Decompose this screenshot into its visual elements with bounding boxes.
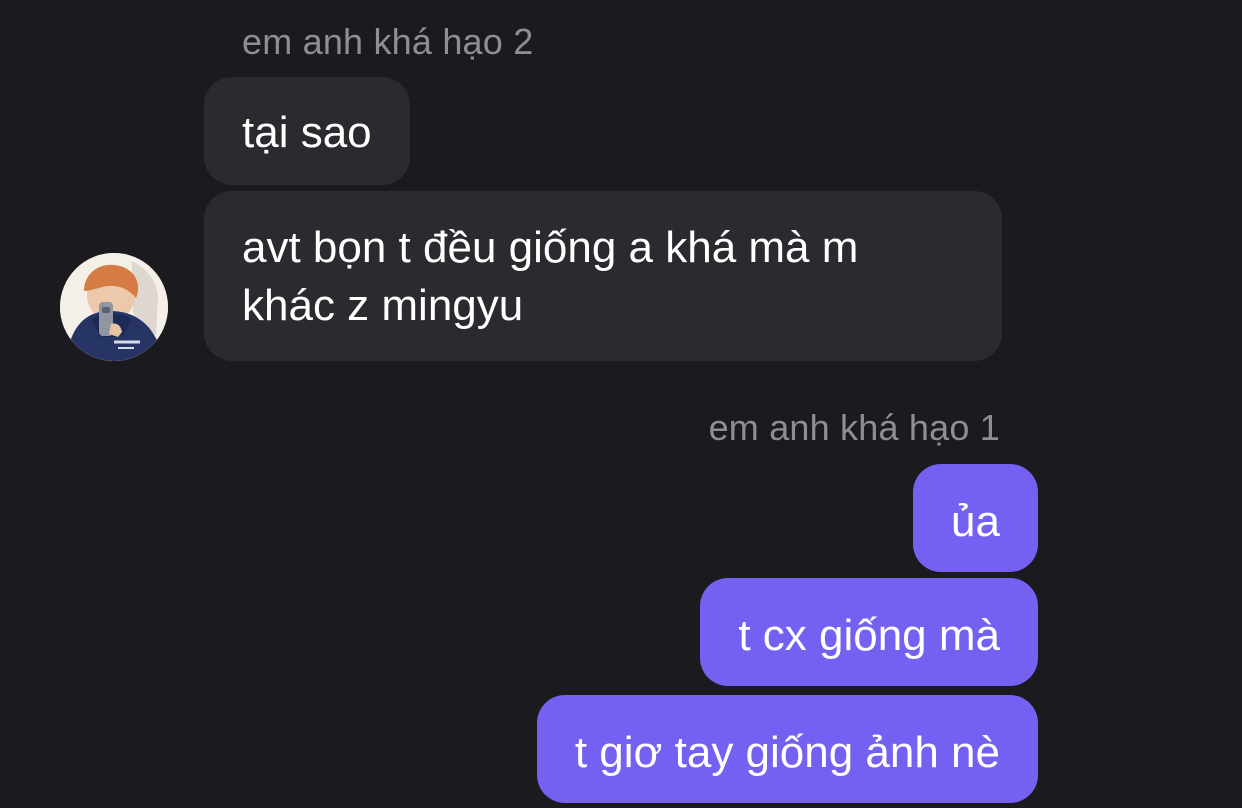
outgoing-message-bubble[interactable]: t giơ tay giống ảnh nè xyxy=(536,695,1038,803)
message-text: ủa xyxy=(951,497,1000,546)
sender-avatar[interactable] xyxy=(60,253,168,361)
message-text: t cx giống mà xyxy=(738,611,1000,660)
profile-photo-avatar xyxy=(60,253,168,361)
outgoing-message-bubble[interactable]: ủa xyxy=(913,464,1038,572)
message-text-line: khác z mingyu xyxy=(242,281,524,331)
chat-thread[interactable]: em anh khá hạo 2 tại sao avt bọn t đều g… xyxy=(0,0,1242,808)
message-text: tại sao xyxy=(242,108,372,157)
outgoing-message-bubble[interactable]: t cx giống mà xyxy=(700,578,1038,686)
incoming-sender-name: em anh khá hạo 2 xyxy=(242,21,534,62)
incoming-message-bubble[interactable]: tại sao xyxy=(204,77,410,185)
outgoing-sender-name: em anh khá hạo 1 xyxy=(708,407,1000,448)
message-text-line: avt bọn t đều giống a khá mà m xyxy=(242,223,859,272)
incoming-message-bubble[interactable]: avt bọn t đều giống a khá mà m khác z mi… xyxy=(204,191,1002,361)
message-text: t giơ tay giống ảnh nè xyxy=(574,728,1000,777)
